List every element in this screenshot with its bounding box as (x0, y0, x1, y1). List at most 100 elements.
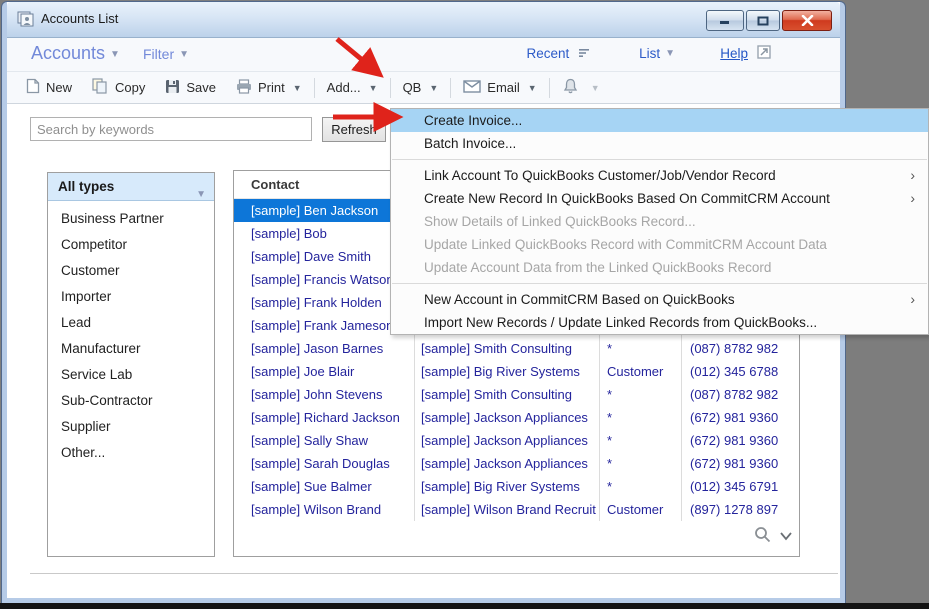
cell-contact: [sample] Richard Jackson (234, 406, 415, 429)
sidebar-item-competitor[interactable]: Competitor (48, 232, 214, 258)
toolbar: New Copy (7, 72, 840, 104)
cell-type: * (600, 406, 682, 429)
sidebar-item-customer[interactable]: Customer (48, 258, 214, 284)
minimize-button[interactable] (706, 10, 744, 31)
maximize-button[interactable] (746, 10, 780, 31)
chevron-down-icon: ▼ (429, 83, 438, 93)
cell-company: [sample] Smith Consulting (415, 383, 600, 406)
account-type-list: All types ▼ Business PartnerCompetitorCu… (47, 172, 215, 557)
screen-bottom-strip (0, 603, 929, 609)
account-type-header[interactable]: All types ▼ (48, 173, 214, 201)
cell-contact: [sample] Sue Balmer (234, 475, 415, 498)
recent-sort-icon (579, 46, 590, 61)
bell-icon (562, 78, 579, 98)
cell-phone: (672) 981 9360 (682, 429, 799, 452)
window-title: Accounts List (41, 11, 118, 26)
menu-item-link-account-to-quickbooks-customer-job-[interactable]: Link Account To QuickBooks Customer/Job/… (391, 164, 928, 187)
table-row[interactable]: [sample] Wilson Brand[sample] Wilson Bra… (234, 498, 799, 521)
recent-menu-label: Recent (526, 46, 569, 61)
list-menu[interactable]: List ▼ (639, 46, 675, 61)
sidebar-item-other[interactable]: Other... (48, 440, 214, 466)
cell-phone: (012) 345 6791 (682, 475, 799, 498)
cell-contact: [sample] Sarah Douglas (234, 452, 415, 475)
sidebar-item-service-lab[interactable]: Service Lab (48, 362, 214, 388)
chevron-down-icon: ▼ (179, 49, 189, 60)
copy-button[interactable]: Copy (86, 75, 151, 100)
chevron-down-icon: ▼ (196, 181, 206, 209)
table-row[interactable]: [sample] Sarah Douglas[sample] Jackson A… (234, 452, 799, 475)
cell-company: [sample] Jackson Appliances (415, 429, 600, 452)
cell-contact: [sample] Ben Jackson (234, 199, 415, 222)
quickbooks-button[interactable]: QB ▼ (397, 77, 445, 98)
cell-type: * (600, 337, 682, 360)
save-button-label: Save (186, 80, 216, 95)
new-button-label: New (46, 80, 72, 95)
cell-contact: [sample] Wilson Brand (234, 498, 415, 521)
chevron-down-icon: ▼ (293, 83, 302, 93)
open-in-window-icon[interactable] (757, 45, 772, 65)
panel-divider (30, 573, 838, 574)
list-menu-label: List (639, 46, 660, 61)
cell-contact: [sample] Bob (234, 222, 415, 245)
close-button[interactable] (782, 10, 832, 31)
cell-contact: [sample] Joe Blair (234, 360, 415, 383)
account-type-items: Business PartnerCompetitorCustomerImport… (48, 201, 214, 466)
chevron-down-icon: ▼ (110, 49, 120, 60)
table-row[interactable]: [sample] John Stevens[sample] Smith Cons… (234, 383, 799, 406)
add-button[interactable]: Add... ▼ (321, 77, 384, 98)
toolbar-separator (314, 78, 315, 98)
sidebar-item-business-partner[interactable]: Business Partner (48, 206, 214, 232)
quickbooks-dropdown-menu: Create Invoice...Batch Invoice... Link Ac… (390, 108, 929, 335)
save-button[interactable]: Save (159, 76, 222, 100)
sidebar-item-lead[interactable]: Lead (48, 310, 214, 336)
cell-company: [sample] Big River Systems (415, 360, 600, 383)
refresh-button[interactable]: Refresh (322, 117, 386, 142)
menu-item-create-new-record-in-quickbooks-based-on[interactable]: Create New Record In QuickBooks Based On… (391, 187, 928, 210)
menu-separator (391, 279, 928, 288)
filter-menu[interactable]: Filter▼ (143, 46, 189, 62)
new-button[interactable]: New (20, 75, 78, 100)
print-button-label: Print (258, 80, 285, 95)
chevron-down-icon: ▼ (665, 48, 675, 59)
cell-type: * (600, 383, 682, 406)
table-row[interactable]: [sample] Sue Balmer[sample] Big River Sy… (234, 475, 799, 498)
sidebar-item-importer[interactable]: Importer (48, 284, 214, 310)
email-button-label: Email (487, 80, 520, 95)
cell-contact: [sample] John Stevens (234, 383, 415, 406)
table-row[interactable]: [sample] Richard Jackson[sample] Jackson… (234, 406, 799, 429)
cell-type: * (600, 452, 682, 475)
cell-type: * (600, 429, 682, 452)
search-input[interactable] (30, 117, 312, 141)
cell-contact: [sample] Dave Smith (234, 245, 415, 268)
table-row[interactable]: [sample] Joe Blair[sample] Big River Sys… (234, 360, 799, 383)
sidebar-item-supplier[interactable]: Supplier (48, 414, 214, 440)
email-button[interactable]: Email ▼ (457, 77, 542, 99)
title-bar: Accounts List (7, 2, 840, 38)
sidebar-item-sub-contractor[interactable]: Sub-Contractor (48, 388, 214, 414)
menu-item-create-invoice[interactable]: Create Invoice... (391, 109, 928, 132)
sidebar-item-manufacturer[interactable]: Manufacturer (48, 336, 214, 362)
recent-menu[interactable]: Recent (526, 46, 590, 61)
menu-item-update-linked-quickbooks-record-with-com: Update Linked QuickBooks Record with Com… (391, 233, 928, 256)
table-row[interactable]: [sample] Jason Barnes[sample] Smith Cons… (234, 337, 799, 360)
cell-phone: (672) 981 9360 (682, 406, 799, 429)
accounts-menu[interactable]: Accounts▼ (31, 43, 120, 64)
menu-item-import-new-records-update-linked-records[interactable]: Import New Records / Update Linked Recor… (391, 311, 928, 334)
table-search-icon[interactable] (754, 526, 771, 548)
add-button-label: Add... (327, 80, 361, 95)
menu-item-batch-invoice[interactable]: Batch Invoice... (391, 132, 928, 155)
alerts-button[interactable]: ▼ (556, 75, 606, 101)
submenu-chevron-icon: › (910, 187, 915, 210)
printer-icon (236, 79, 252, 97)
print-button[interactable]: Print ▼ (230, 76, 308, 100)
cell-phone: (012) 345 6788 (682, 360, 799, 383)
menu-item-new-account-in-commitcrm-based-on-quickb[interactable]: New Account in CommitCRM Based on QuickB… (391, 288, 928, 311)
accounts-window-icon (17, 11, 35, 32)
cell-phone: (672) 981 9360 (682, 452, 799, 475)
account-type-header-label: All types (58, 179, 114, 194)
scroll-down-icon[interactable] (779, 528, 793, 546)
help-link[interactable]: Help (720, 46, 748, 61)
cell-contact: [sample] Francis Watson (234, 268, 415, 291)
menu-separator (391, 155, 928, 164)
table-row[interactable]: [sample] Sally Shaw[sample] Jackson Appl… (234, 429, 799, 452)
